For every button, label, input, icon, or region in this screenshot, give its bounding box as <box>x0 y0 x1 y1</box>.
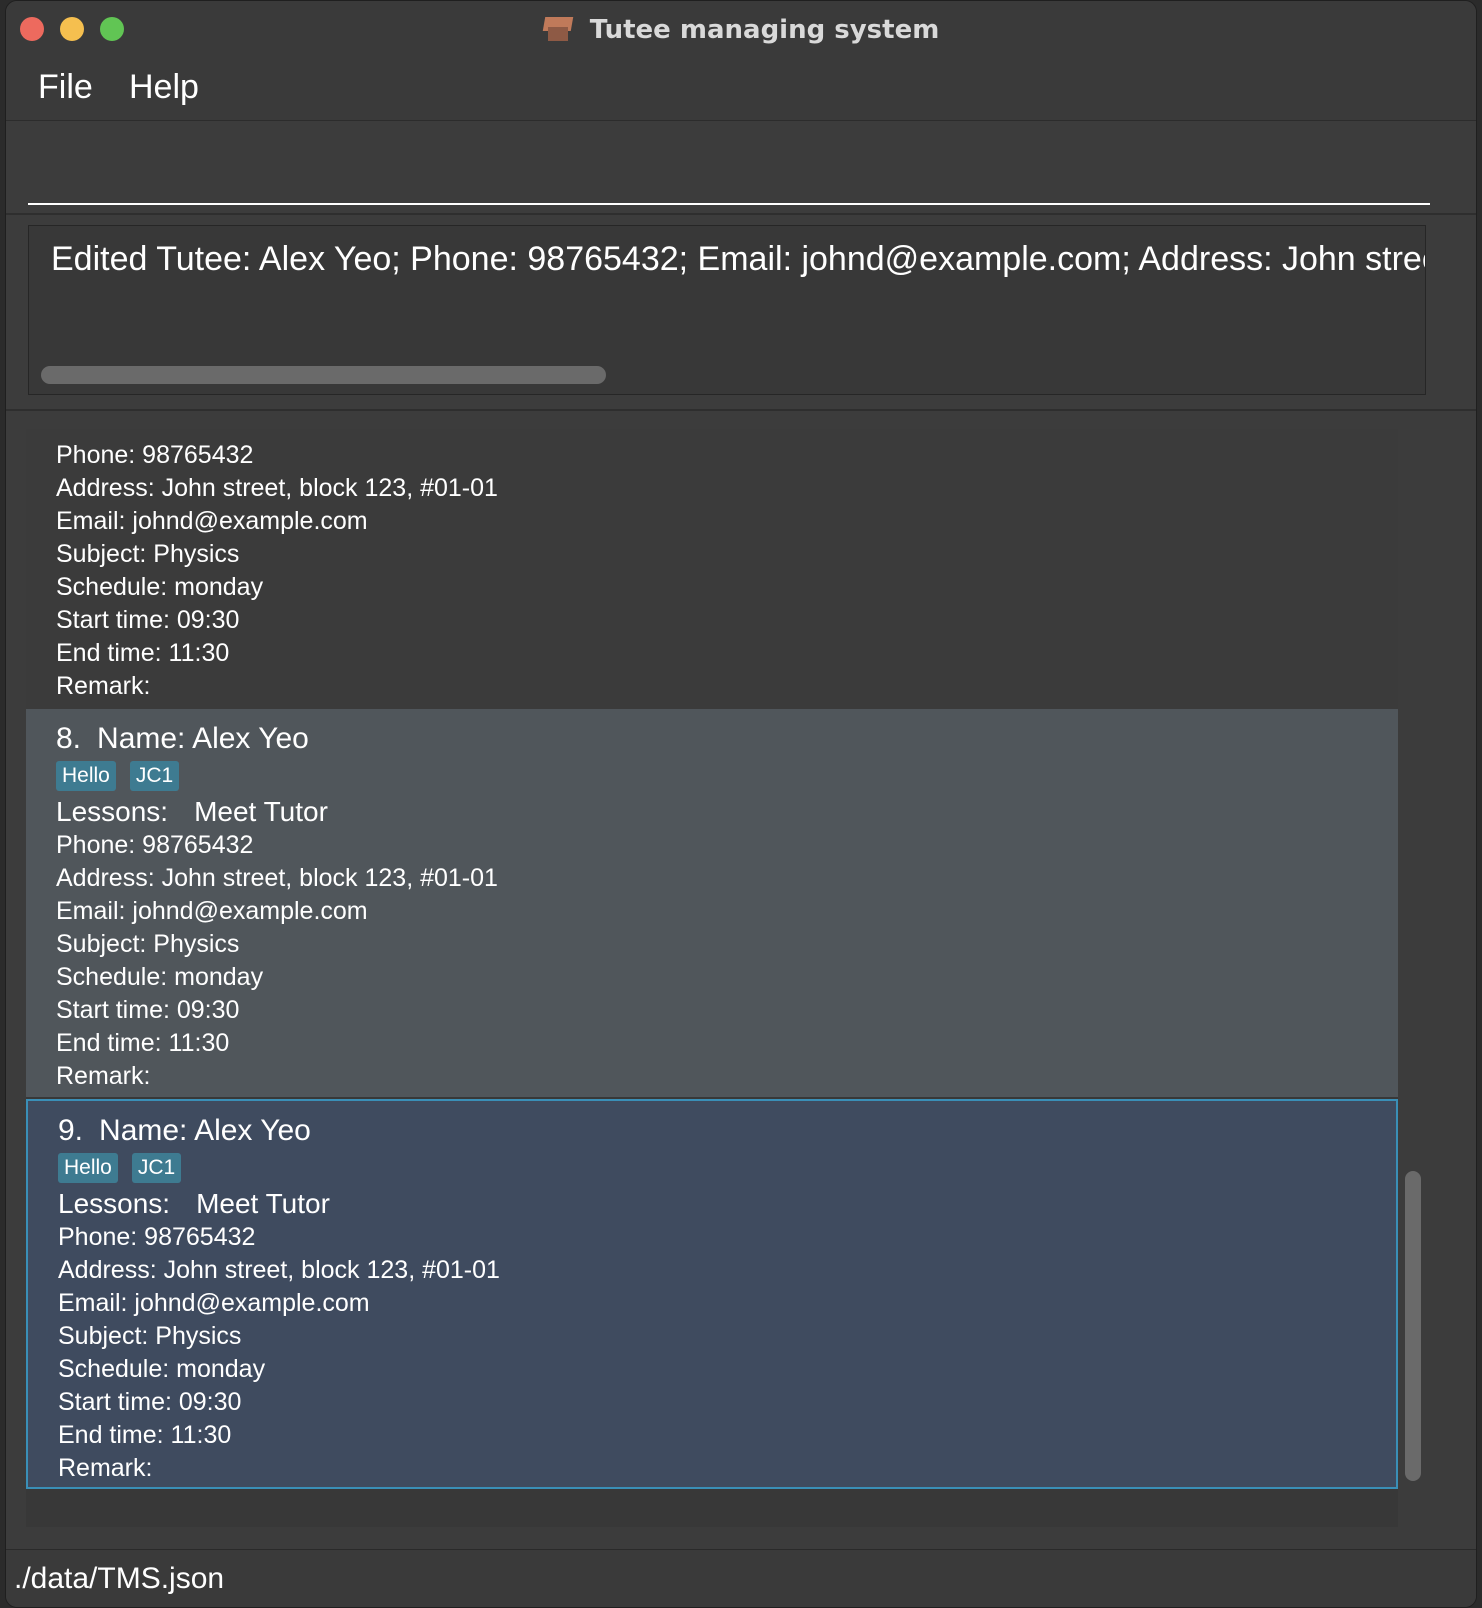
tag-list: Hello JC1 <box>58 1153 1396 1187</box>
graduation-cap-icon <box>542 13 573 43</box>
command-box <box>6 121 1476 215</box>
tutee-subject: Subject: Physics <box>58 1322 242 1350</box>
status-bar: ./data/TMS.json <box>6 1549 1476 1607</box>
vertical-scroll-thumb[interactable] <box>1405 1171 1421 1481</box>
result-text-area[interactable]: Edited Tutee: Alex Yeo; Phone: 98765432;… <box>28 225 1426 395</box>
tutee-address: Address: John street, block 123, #01-01 <box>58 1256 500 1284</box>
app-window: Tutee managing system File Help Edited T… <box>5 0 1477 1608</box>
data-file-path: ./data/TMS.json <box>14 1562 225 1595</box>
result-message: Edited Tutee: Alex Yeo; Phone: 98765432;… <box>51 240 1426 278</box>
tutee-email: Email: johnd@example.com <box>56 897 368 925</box>
tutee-card[interactable]: Phone: 98765432 Address: John street, bl… <box>26 429 1398 709</box>
lessons-value: Meet Tutor <box>194 796 328 827</box>
window-title: Tutee managing system <box>589 15 940 45</box>
tutee-name: Name: Alex Yeo <box>99 1114 311 1147</box>
tutee-end-time: End time: 11:30 <box>56 639 230 667</box>
tutee-list[interactable]: Phone: 98765432 Address: John street, bl… <box>26 429 1398 1527</box>
tutee-start-time: Start time: 09:30 <box>56 996 240 1024</box>
tutee-subject: Subject: Physics <box>56 930 240 958</box>
tutee-schedule: Schedule: monday <box>58 1355 266 1383</box>
tag-badge: Hello <box>56 761 116 791</box>
tag-badge: JC1 <box>129 761 180 791</box>
tutee-email: Email: johnd@example.com <box>58 1289 370 1317</box>
tutee-index: 9. <box>58 1114 84 1147</box>
tutee-address: Address: John street, block 123, #01-01 <box>56 864 498 892</box>
tutee-end-time: End time: 11:30 <box>58 1421 232 1449</box>
horizontal-scrollbar[interactable] <box>41 366 606 384</box>
tutee-schedule: Schedule: monday <box>56 963 264 991</box>
tag-badge: Hello <box>58 1153 118 1183</box>
window-title-group: Tutee managing system <box>6 13 1476 45</box>
tutee-index: 8. <box>56 722 82 755</box>
tutee-name-line: 8. Name: Alex Yeo <box>56 719 1398 759</box>
tutee-address: Address: John street, block 123, #01-01 <box>56 474 498 502</box>
tutee-email: Email: johnd@example.com <box>56 507 368 535</box>
tutee-phone: Phone: 98765432 <box>58 1223 256 1251</box>
command-input[interactable] <box>28 131 1430 205</box>
tutee-remark: Remark: <box>58 1454 153 1482</box>
lessons-label: Lessons: <box>56 796 169 827</box>
vertical-scrollbar[interactable] <box>1402 429 1424 1527</box>
tutee-remark: Remark: <box>56 1062 151 1090</box>
menu-help[interactable]: Help <box>129 68 199 107</box>
menu-file[interactable]: File <box>38 68 93 107</box>
title-bar[interactable]: Tutee managing system <box>6 1 1476 57</box>
tutee-remark: Remark: <box>56 672 151 700</box>
lessons-value: Meet Tutor <box>196 1188 330 1219</box>
tutee-end-time: End time: 11:30 <box>56 1029 230 1057</box>
tutee-name: Name: Alex Yeo <box>97 722 309 755</box>
tutee-schedule: Schedule: monday <box>56 573 264 601</box>
menu-bar: File Help <box>6 56 1476 121</box>
tutee-subject: Subject: Physics <box>56 540 240 568</box>
tutee-card-selected[interactable]: 9. Name: Alex Yeo Hello JC1 Lessons: Meet T… <box>26 1099 1398 1489</box>
tutee-start-time: Start time: 09:30 <box>58 1388 242 1416</box>
tutee-phone: Phone: 98765432 <box>56 831 254 859</box>
tutee-phone: Phone: 98765432 <box>56 441 254 469</box>
tutee-lessons: Lessons: Meet Tutor <box>56 795 1398 829</box>
tutee-start-time: Start time: 09:30 <box>56 606 240 634</box>
tag-badge: JC1 <box>131 1153 182 1183</box>
tutee-card[interactable]: 8. Name: Alex Yeo Hello JC1 Lessons: Meet T… <box>26 709 1398 1097</box>
tutee-lessons: Lessons: Meet Tutor <box>58 1187 1396 1221</box>
lessons-label: Lessons: <box>58 1188 171 1219</box>
result-display: Edited Tutee: Alex Yeo; Phone: 98765432;… <box>6 215 1476 411</box>
tutee-name-line: 9. Name: Alex Yeo <box>58 1111 1396 1151</box>
tag-list: Hello JC1 <box>56 761 1398 795</box>
